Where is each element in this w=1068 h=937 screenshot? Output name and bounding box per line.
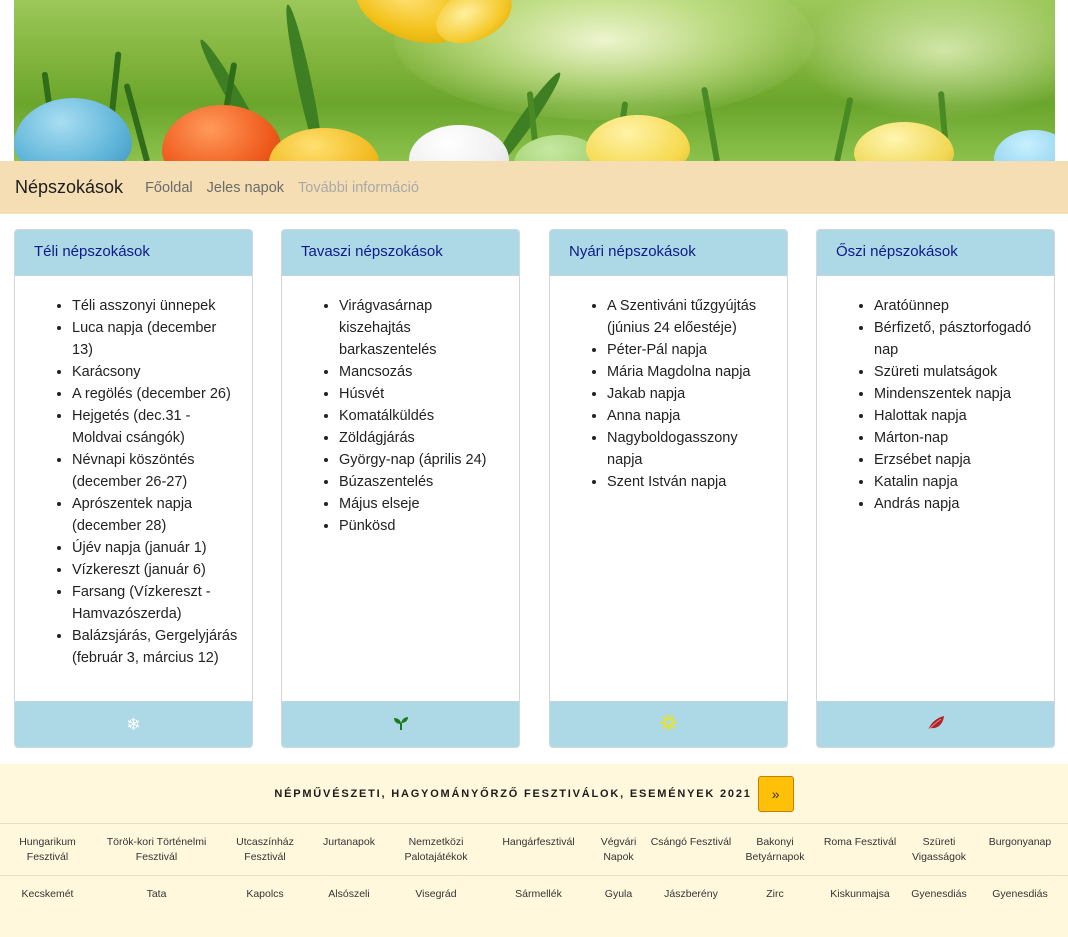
list-item: Virágvasárnap kiszehajtás barkaszentelés (339, 295, 507, 361)
list-item: Szüreti mulatságok (874, 361, 1042, 383)
festival-place: Gyenesdiás (906, 875, 972, 913)
hero-banner-image (14, 0, 1055, 161)
customs-list: Aratóünnep Bérfizető, pásztorfogadó nap … (831, 295, 1042, 515)
festival-event: Bakonyi Betyárnapok (736, 823, 814, 876)
list-item: Anna napja (607, 405, 775, 427)
list-item: Zöldágjárás (339, 427, 507, 449)
festival-place: Gyenesdiás (972, 875, 1068, 913)
leaf-icon (927, 715, 945, 735)
customs-list: Virágvasárnap kiszehajtás barkaszentelés… (296, 295, 507, 537)
list-item: Aratóünnep (874, 295, 1042, 317)
list-item: Névnapi köszöntés (december 26-27) (72, 449, 240, 493)
festival-place: Zirc (736, 875, 814, 913)
seedling-icon (393, 715, 409, 735)
card-footer (817, 701, 1054, 747)
festival-place: Alsószeli (312, 875, 386, 913)
navbar-brand[interactable]: Népszokások (15, 177, 123, 198)
customs-list: Téli asszonyi ünnepek Luca napja (decemb… (29, 295, 240, 669)
card-footer (282, 701, 519, 747)
card-spring-customs: Tavaszi népszokások Virágvasárnap kiszeh… (281, 229, 520, 748)
festival-place: Kiskunmajsa (814, 875, 906, 913)
list-item: Május elseje (339, 493, 507, 515)
list-item: A regölés (december 26) (72, 383, 240, 405)
card-title: Téli népszokások (15, 230, 252, 276)
festival-events-row: Hungarikum Fesztivál Török-kori Történel… (0, 823, 1068, 876)
list-item: Pünkösd (339, 515, 507, 537)
list-item: Halottak napja (874, 405, 1042, 427)
list-item: Péter-Pál napja (607, 339, 775, 361)
festival-place: Visegrád (386, 875, 486, 913)
list-item: Téli asszonyi ünnepek (72, 295, 240, 317)
festival-event: Utcaszínház Fesztivál (218, 823, 312, 876)
festival-event: Szüreti Vigasságok (906, 823, 972, 876)
festival-event: Végvári Napok (591, 823, 646, 876)
festival-event: Hungarikum Fesztivál (0, 823, 95, 876)
list-item: Katalin napja (874, 471, 1042, 493)
festival-event: Jurtanapok (312, 823, 386, 876)
list-item: Aprószentek napja (december 28) (72, 493, 240, 537)
list-item: Nagyboldogasszony napja (607, 427, 775, 471)
list-item: Jakab napja (607, 383, 775, 405)
list-item: Bérfizető, pásztorfogadó nap (874, 317, 1042, 361)
card-title: Tavaszi népszokások (282, 230, 519, 276)
festival-section-title: NÉPMŰVÉSZETI, HAGYOMÁNYŐRZŐ FESZTIVÁLOK,… (274, 787, 752, 800)
festival-place: Gyula (591, 875, 646, 913)
list-item: Szent István napja (607, 471, 775, 493)
list-item: György-nap (április 24) (339, 449, 507, 471)
card-title: Őszi népszokások (817, 230, 1054, 276)
list-item: Mancsozás (339, 361, 507, 383)
festival-table: Hungarikum Fesztivál Török-kori Történel… (0, 823, 1068, 913)
festival-event: Török-kori Történelmi Fesztivál (95, 823, 218, 876)
list-item: Újév napja (január 1) (72, 537, 240, 559)
festival-place: Sármellék (486, 875, 591, 913)
list-item: Luca napja (december 13) (72, 317, 240, 361)
festival-places-row: Kecskemét Tata Kapolcs Alsószeli Visegrá… (0, 875, 1068, 913)
list-item: Mindenszentek napja (874, 383, 1042, 405)
snowflake-icon: ❄ (126, 714, 141, 735)
list-item: András napja (874, 493, 1042, 515)
sun-icon (660, 714, 677, 735)
more-festivals-button[interactable]: » (757, 775, 794, 812)
festival-event: Csángó Fesztivál (646, 823, 736, 876)
nav-link-more-info: További információ (298, 179, 419, 196)
festival-event: Burgonyanap (972, 823, 1068, 876)
nav-link-home[interactable]: Főoldal (145, 180, 193, 196)
card-footer (550, 701, 787, 747)
list-item: Vízkereszt (január 6) (72, 559, 240, 581)
card-footer: ❄ (15, 701, 252, 747)
list-item: Balázsjárás, Gergelyjárás (február 3, má… (72, 625, 240, 669)
festival-place: Tata (95, 875, 218, 913)
card-autumn-customs: Őszi népszokások Aratóünnep Bérfizető, p… (816, 229, 1055, 748)
nav-link-holidays[interactable]: Jeles napok (207, 180, 284, 196)
festival-place: Kapolcs (218, 875, 312, 913)
list-item: A Szentiváni tűzgyújtás (június 24 előes… (607, 295, 775, 339)
list-item: Farsang (Vízkereszt - Hamvazószerda) (72, 581, 240, 625)
card-summer-customs: Nyári népszokások A Szentiváni tűzgyújtá… (549, 229, 788, 748)
festival-place: Jászberény (646, 875, 736, 913)
festival-section: NÉPMŰVÉSZETI, HAGYOMÁNYŐRZŐ FESZTIVÁLOK,… (0, 764, 1068, 937)
list-item: Búzaszentelés (339, 471, 507, 493)
list-item: Mária Magdolna napja (607, 361, 775, 383)
card-winter-customs: Téli népszokások Téli asszonyi ünnepek L… (14, 229, 253, 748)
card-title: Nyári népszokások (550, 230, 787, 276)
list-item: Komatálküldés (339, 405, 507, 427)
list-item: Erzsébet napja (874, 449, 1042, 471)
main-navbar: Népszokások Főoldal Jeles napok További … (0, 161, 1068, 214)
festival-event: Nemzetközi Palotajátékok (386, 823, 486, 876)
list-item: Hejgetés (dec.31 - Moldvai csángók) (72, 405, 240, 449)
list-item: Húsvét (339, 383, 507, 405)
festival-place: Kecskemét (0, 875, 95, 913)
festival-event: Roma Fesztivál (814, 823, 906, 876)
list-item: Márton-nap (874, 427, 1042, 449)
customs-list: A Szentiváni tűzgyújtás (június 24 előes… (564, 295, 775, 493)
festival-event: Hangárfesztivál (486, 823, 591, 876)
list-item: Karácsony (72, 361, 240, 383)
